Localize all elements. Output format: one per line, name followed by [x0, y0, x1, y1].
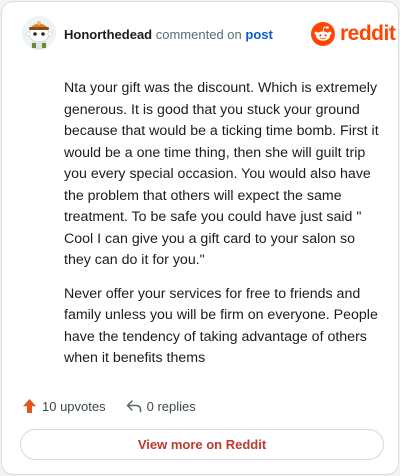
- comment-footer: 10 upvotes 0 replies: [22, 395, 196, 417]
- upvote-arrow-icon: [23, 399, 36, 413]
- reddit-logo[interactable]: reddit: [311, 21, 396, 47]
- view-more-on-reddit-button[interactable]: View more on Reddit: [20, 429, 384, 460]
- comment-body: Nta your gift was the discount. Which is…: [64, 78, 382, 382]
- comment-embed-card: Honorthedead commented on post reddit Nt…: [1, 1, 399, 475]
- reply-arrow-icon: [126, 400, 141, 413]
- replies-stat[interactable]: 0 replies: [126, 399, 196, 414]
- comment-header: Honorthedead commented on post reddit: [2, 2, 398, 68]
- commented-on-text: commented on: [155, 27, 242, 42]
- reddit-alien-icon: [311, 22, 335, 46]
- snoo-avatar-icon[interactable]: [22, 16, 56, 50]
- author-username[interactable]: Honorthedead: [64, 27, 152, 42]
- replies-count: 0 replies: [146, 398, 196, 414]
- upvotes-count: 10 upvotes: [42, 398, 106, 414]
- upvotes-stat[interactable]: 10 upvotes: [22, 398, 106, 414]
- comment-paragraph: Never offer your services for free to fr…: [64, 285, 378, 367]
- comment-paragraph: Nta your gift was the discount. Which is…: [64, 80, 379, 268]
- reddit-wordmark: reddit: [340, 22, 396, 45]
- post-link[interactable]: post: [245, 27, 272, 42]
- comment-byline: Honorthedead commented on post: [64, 27, 273, 42]
